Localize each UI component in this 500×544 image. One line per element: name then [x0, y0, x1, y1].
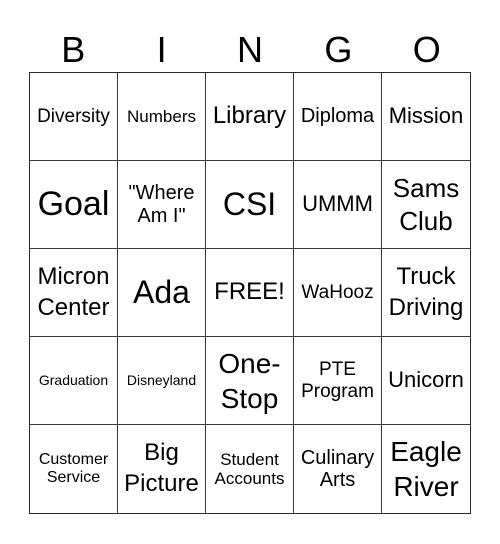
bingo-cell[interactable]: Library — [206, 73, 294, 161]
bingo-cell[interactable]: Unicorn — [382, 337, 470, 425]
header-letter-i: I — [156, 29, 167, 70]
bingo-cell[interactable]: Student Accounts — [206, 425, 294, 513]
bingo-cell[interactable]: Graduation — [30, 337, 118, 425]
bingo-cell[interactable]: CSI — [206, 161, 294, 249]
bingo-cell[interactable]: Truck Driving — [382, 249, 470, 337]
bingo-cell[interactable]: Diploma — [294, 73, 382, 161]
bingo-cell[interactable]: Eagle River — [382, 425, 470, 513]
bingo-cell[interactable]: Goal — [30, 161, 118, 249]
bingo-cell[interactable]: Diversity — [30, 73, 118, 161]
free-space-cell[interactable]: FREE! — [206, 249, 294, 337]
header-letter-g: G — [324, 29, 353, 70]
header-letter-n: N — [236, 29, 263, 70]
bingo-cell[interactable]: Sams Club — [382, 161, 470, 249]
bingo-cell[interactable]: "Where Am I" — [118, 161, 206, 249]
bingo-cell[interactable]: Mission — [382, 73, 470, 161]
bingo-cell[interactable]: Customer Service — [30, 425, 118, 513]
bingo-cell[interactable]: WaHooz — [294, 249, 382, 337]
bingo-header: B I N G O — [29, 28, 471, 72]
bingo-cell[interactable]: Culinary Arts — [294, 425, 382, 513]
bingo-cell[interactable]: Micron Center — [30, 249, 118, 337]
bingo-cell[interactable]: UMMM — [294, 161, 382, 249]
bingo-board: Diversity Numbers Library Diploma Missio… — [29, 72, 471, 514]
header-letter-o: O — [412, 29, 441, 70]
bingo-cell[interactable]: Disneyland — [118, 337, 206, 425]
bingo-cell[interactable]: Numbers — [118, 73, 206, 161]
bingo-cell[interactable]: Big Picture — [118, 425, 206, 513]
header-letter-b: B — [61, 29, 86, 70]
bingo-cell[interactable]: One- Stop — [206, 337, 294, 425]
bingo-cell[interactable]: Ada — [118, 249, 206, 337]
bingo-cell[interactable]: PTE Program — [294, 337, 382, 425]
